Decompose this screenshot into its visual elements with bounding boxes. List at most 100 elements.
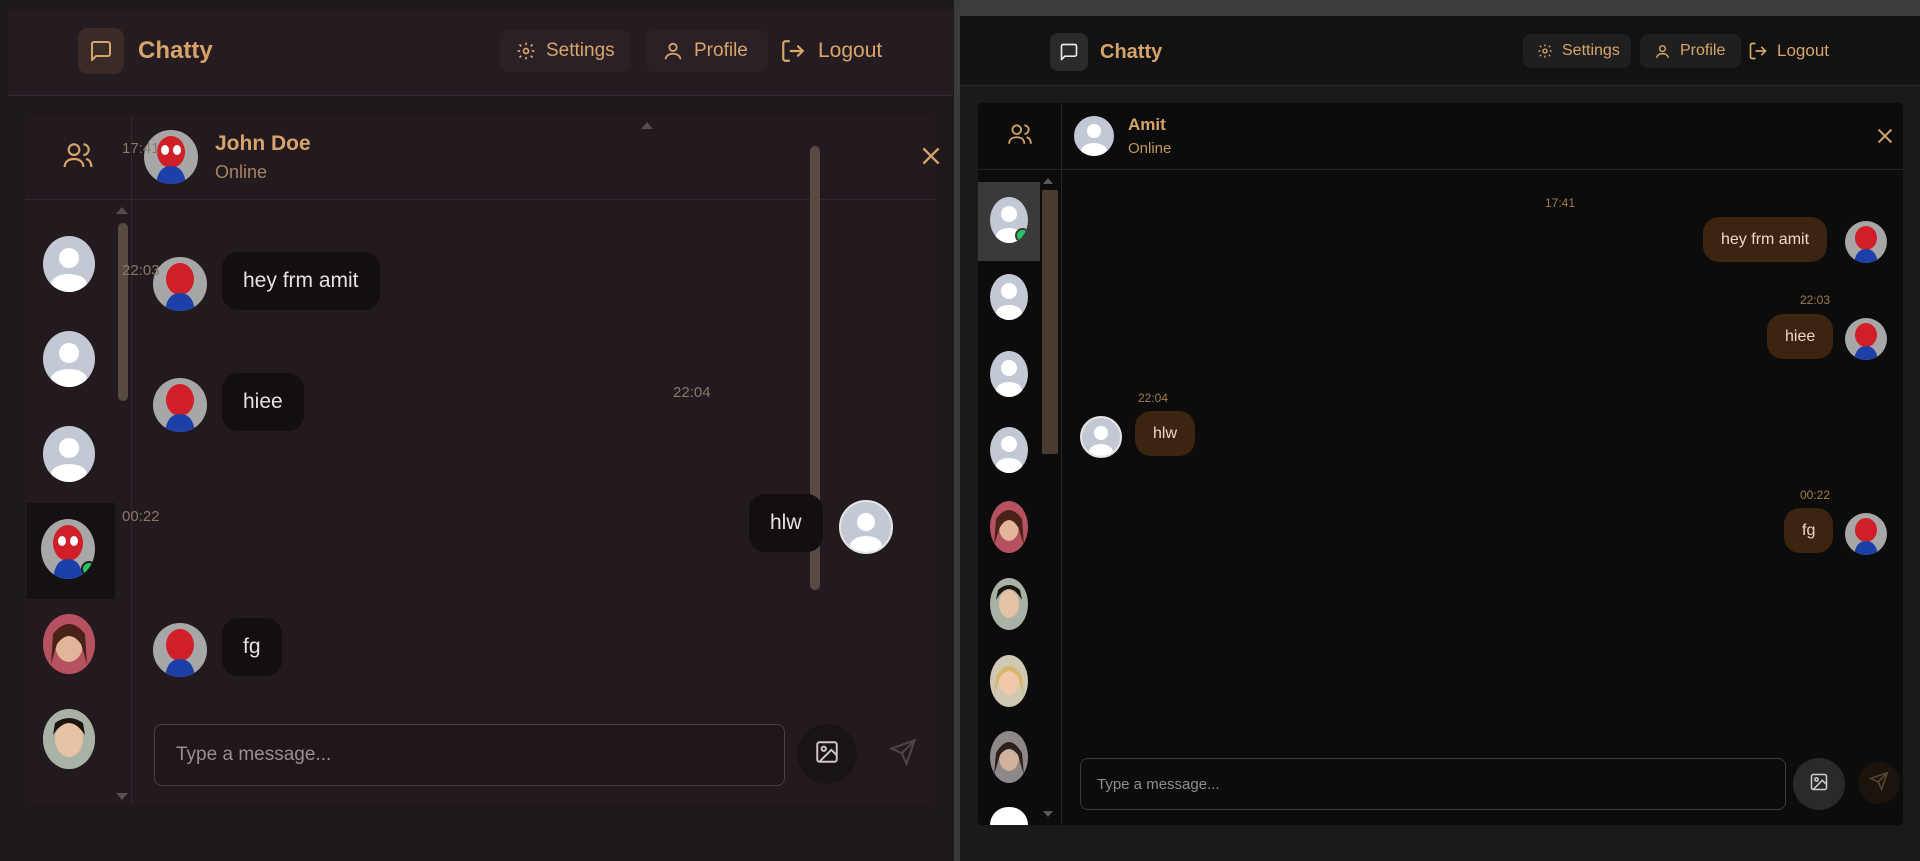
- profile-button[interactable]: Profile: [1640, 34, 1741, 68]
- contact-avatar[interactable]: [43, 331, 95, 387]
- gear-icon: [516, 41, 536, 61]
- contacts-sidebar: [978, 103, 1062, 825]
- contact-avatar[interactable]: [43, 426, 95, 482]
- right-browser-window: Chatty Settings Profile Logout Amit Onli…: [960, 0, 1920, 861]
- profile-button[interactable]: Profile: [646, 30, 768, 72]
- message-bubble: hlw: [1135, 411, 1196, 456]
- chat-panel: Amit Online 17:41 hey frm amit 22:03 hie…: [978, 103, 1903, 825]
- chat-bubble-icon: [78, 28, 124, 74]
- chat-panel: John Doe Online 17:41 hey frm amit 22:03…: [25, 115, 940, 805]
- sender-avatar: [839, 500, 893, 554]
- sidebar-header: [978, 103, 1061, 170]
- message-bubble: hlw: [749, 494, 823, 552]
- image-icon: [814, 739, 840, 770]
- sidebar-scrollbar-thumb[interactable]: [1042, 190, 1058, 454]
- logout-label: Logout: [1777, 41, 1829, 60]
- app-name: Chatty: [138, 37, 213, 64]
- online-indicator: [81, 561, 95, 577]
- contact-avatar[interactable]: [990, 655, 1028, 707]
- sender-avatar: [1845, 221, 1887, 263]
- user-icon: [662, 40, 684, 62]
- message-time: 22:04: [673, 384, 711, 401]
- users-icon[interactable]: [1007, 121, 1033, 152]
- send-icon: [888, 738, 917, 771]
- contact-avatar: [41, 519, 95, 579]
- navbar: Chatty Settings Profile Logout: [960, 16, 1920, 86]
- contact-item-selected[interactable]: [978, 182, 1040, 261]
- message-bubble: hiee: [1767, 314, 1834, 359]
- profile-label: Profile: [694, 40, 748, 61]
- scroll-down-arrow[interactable]: [1043, 811, 1053, 817]
- contact-status: Online: [1128, 140, 1172, 157]
- contact-avatar[interactable]: [990, 274, 1028, 320]
- message-time: 22:03: [122, 262, 160, 279]
- sender-avatar: [1845, 318, 1887, 360]
- image-icon: [1809, 772, 1829, 797]
- settings-label: Settings: [1562, 42, 1620, 59]
- user-icon: [1654, 43, 1671, 60]
- contact-avatar[interactable]: [990, 578, 1028, 630]
- settings-button[interactable]: Settings: [1523, 34, 1631, 68]
- app-logo[interactable]: Chatty: [1050, 33, 1162, 71]
- scroll-up-arrow[interactable]: [1043, 178, 1053, 184]
- contact-name: Amit: [1128, 115, 1166, 134]
- contact-avatar[interactable]: [990, 351, 1028, 397]
- message-input[interactable]: Type a message...: [1080, 758, 1786, 810]
- send-icon: [1868, 770, 1889, 796]
- sidebar-header: [25, 115, 131, 200]
- message-bubble: hey frm amit: [1703, 217, 1828, 262]
- contact-avatar[interactable]: [990, 807, 1028, 825]
- message-bubble: fg: [1784, 508, 1834, 553]
- close-icon[interactable]: [1874, 125, 1896, 152]
- contact-avatar[interactable]: [43, 614, 95, 674]
- send-button[interactable]: [1858, 762, 1900, 804]
- sender-avatar: [153, 378, 207, 432]
- contact-avatar: [1074, 116, 1114, 156]
- message-time: 00:22: [1800, 488, 1831, 502]
- scroll-up-arrow[interactable]: [116, 207, 128, 214]
- chat-bubble-icon: [1050, 33, 1088, 71]
- message-time: 22:03: [1800, 293, 1831, 307]
- message-time: 22:04: [1138, 391, 1169, 405]
- message-list: 17:41 hey frm amit 22:03 hiee 22:04 hlw …: [122, 122, 936, 695]
- logout-button[interactable]: Logout: [1748, 34, 1829, 68]
- profile-label: Profile: [1680, 42, 1726, 59]
- contacts-sidebar: [25, 115, 132, 805]
- users-icon[interactable]: [62, 139, 94, 176]
- contact-avatar[interactable]: [990, 731, 1028, 783]
- contact-avatar: [144, 130, 198, 184]
- contact-avatar: [990, 197, 1028, 243]
- attach-image-button[interactable]: [1793, 758, 1845, 810]
- sidebar-scrollbar-thumb[interactable]: [118, 223, 128, 401]
- message-time: 17:41: [122, 140, 160, 157]
- logout-button[interactable]: Logout: [780, 30, 882, 72]
- contact-avatar[interactable]: [990, 427, 1028, 473]
- gear-icon: [1537, 43, 1553, 59]
- sender-avatar: [153, 623, 207, 677]
- attach-image-button[interactable]: [797, 724, 857, 784]
- contact-item-selected[interactable]: [27, 503, 115, 599]
- message-bubble: hiee: [222, 373, 304, 431]
- message-input-placeholder: Type a message...: [176, 744, 332, 765]
- close-icon[interactable]: [918, 143, 944, 174]
- message-time: 17:41: [1545, 196, 1576, 210]
- logout-icon: [1748, 41, 1768, 61]
- left-browser-window: Chatty Settings Profile Logout John Doe …: [0, 0, 959, 861]
- chat-header: Amit Online: [1062, 103, 1903, 170]
- message-input-placeholder: Type a message...: [1097, 775, 1220, 793]
- settings-button[interactable]: Settings: [500, 30, 630, 72]
- contact-avatar[interactable]: [43, 709, 95, 769]
- online-indicator: [1015, 228, 1028, 243]
- message-bubble: fg: [222, 618, 282, 676]
- send-button[interactable]: [873, 724, 933, 784]
- contact-name: John Doe: [215, 132, 311, 155]
- scroll-down-arrow[interactable]: [116, 793, 128, 800]
- message-input[interactable]: Type a message...: [154, 724, 785, 786]
- contact-avatar[interactable]: [990, 501, 1028, 553]
- window-top-strip: [960, 0, 1920, 16]
- sender-avatar: [1080, 416, 1122, 458]
- sender-avatar: [153, 257, 207, 311]
- app-logo[interactable]: Chatty: [78, 28, 213, 74]
- contact-avatar[interactable]: [43, 236, 95, 292]
- scroll-up-arrow[interactable]: [641, 122, 653, 129]
